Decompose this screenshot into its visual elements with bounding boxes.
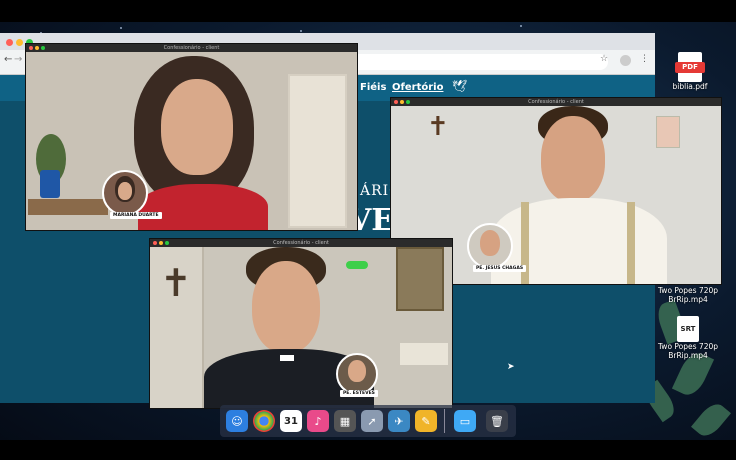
desktop-file-biblia-pdf[interactable]: PDF biblia.pdf bbox=[668, 52, 712, 91]
video-window-young-priest[interactable]: Confessionário - client ✝ PE. ESTEVES bbox=[149, 238, 453, 409]
framed-painting bbox=[396, 247, 444, 311]
finder-icon[interactable]: ☺ bbox=[226, 410, 248, 432]
camera-status-icon bbox=[346, 261, 368, 269]
nav-link-fieis[interactable]: Fiéis bbox=[360, 82, 386, 93]
participant-name-tag: MARIANA DUARTE bbox=[110, 212, 162, 219]
crucifix-icon: ✝ bbox=[427, 112, 449, 142]
bookshelf bbox=[288, 74, 347, 228]
crucifix-icon: ✝ bbox=[160, 261, 192, 305]
window-titlebar[interactable]: Confessionário - client bbox=[391, 98, 721, 106]
dock: ☺ 31 ♪ ▦ ➚ ✈ ✎ ▭ 🗑 bbox=[220, 405, 516, 437]
woman-face bbox=[161, 79, 233, 175]
blue-vase bbox=[40, 170, 60, 198]
rocket-icon[interactable]: ➚ bbox=[361, 410, 383, 432]
folder-icon[interactable]: ▭ bbox=[454, 410, 476, 432]
priest-face bbox=[541, 116, 605, 202]
self-view-avatar bbox=[102, 170, 148, 216]
star-icon[interactable]: ☆ bbox=[600, 54, 608, 64]
srt-file-icon: SRT bbox=[677, 316, 699, 342]
participant-name-tag: PE. ESTEVES bbox=[340, 390, 378, 397]
window-title: Confessionário - client bbox=[273, 240, 329, 246]
itunes-icon[interactable]: ♪ bbox=[307, 410, 329, 432]
back-arrow-icon[interactable]: ← bbox=[4, 54, 12, 65]
window-title: Confessionário - client bbox=[528, 99, 584, 105]
pencil-icon[interactable]: ✎ bbox=[415, 410, 437, 432]
young-priest-face bbox=[252, 261, 320, 353]
file-label: biblia.pdf bbox=[672, 82, 708, 91]
desktop-file-two-popes-mp4[interactable]: Two Popes 720p BrRip.mp4 bbox=[656, 286, 720, 304]
religious-picture bbox=[656, 116, 680, 148]
window-titlebar[interactable]: Confessionário - client bbox=[26, 44, 357, 52]
forward-arrow-icon[interactable]: → bbox=[14, 54, 22, 65]
file-label: Two Popes 720p BrRip.mp4 bbox=[657, 342, 719, 360]
close-window-button[interactable] bbox=[6, 39, 13, 46]
side-table bbox=[28, 199, 108, 215]
letterbox-top bbox=[0, 0, 736, 22]
priest-stole bbox=[627, 202, 635, 284]
woman-shirt bbox=[138, 184, 268, 230]
calendar-icon[interactable]: 31 bbox=[280, 410, 302, 432]
pdf-file-icon: PDF bbox=[675, 52, 705, 82]
leaf-decoration bbox=[691, 399, 731, 440]
chrome-icon[interactable] bbox=[253, 410, 275, 432]
trash-icon[interactable]: 🗑 bbox=[486, 410, 508, 432]
window-title: Confessionário - client bbox=[163, 45, 220, 51]
nav-link-ofertorio[interactable]: Ofertório bbox=[392, 82, 443, 93]
mouse-cursor-icon: ➤ bbox=[507, 362, 515, 372]
clerical-collar bbox=[280, 355, 294, 361]
srt-badge: SRT bbox=[680, 325, 696, 333]
open-book bbox=[400, 343, 448, 365]
self-view-avatar bbox=[336, 353, 378, 395]
desktop-file-two-popes-srt[interactable]: SRT Two Popes 720p BrRip.mp4 bbox=[656, 316, 720, 360]
window-titlebar[interactable]: Confessionário - client bbox=[150, 239, 452, 247]
menu-icon[interactable]: ⋮ bbox=[640, 54, 649, 64]
self-view-avatar bbox=[467, 223, 513, 269]
profile-icon[interactable] bbox=[620, 55, 631, 66]
file-label: Two Popes 720p BrRip.mp4 bbox=[657, 286, 719, 304]
pdf-badge: PDF bbox=[675, 62, 705, 73]
bird-icon[interactable]: ✈ bbox=[388, 410, 410, 432]
minimize-window-button[interactable] bbox=[16, 39, 23, 46]
participant-name-tag: PE. JESUS CHAGAS bbox=[473, 265, 527, 272]
priest-stole bbox=[521, 202, 529, 284]
dove-icon: 🕊 bbox=[452, 79, 468, 93]
photo-icon[interactable]: ▦ bbox=[334, 410, 356, 432]
video-window-woman[interactable]: Confessionário - client MARIANA DUARTE bbox=[25, 43, 358, 231]
dock-divider bbox=[444, 409, 445, 433]
letterbox-bottom bbox=[0, 440, 736, 460]
